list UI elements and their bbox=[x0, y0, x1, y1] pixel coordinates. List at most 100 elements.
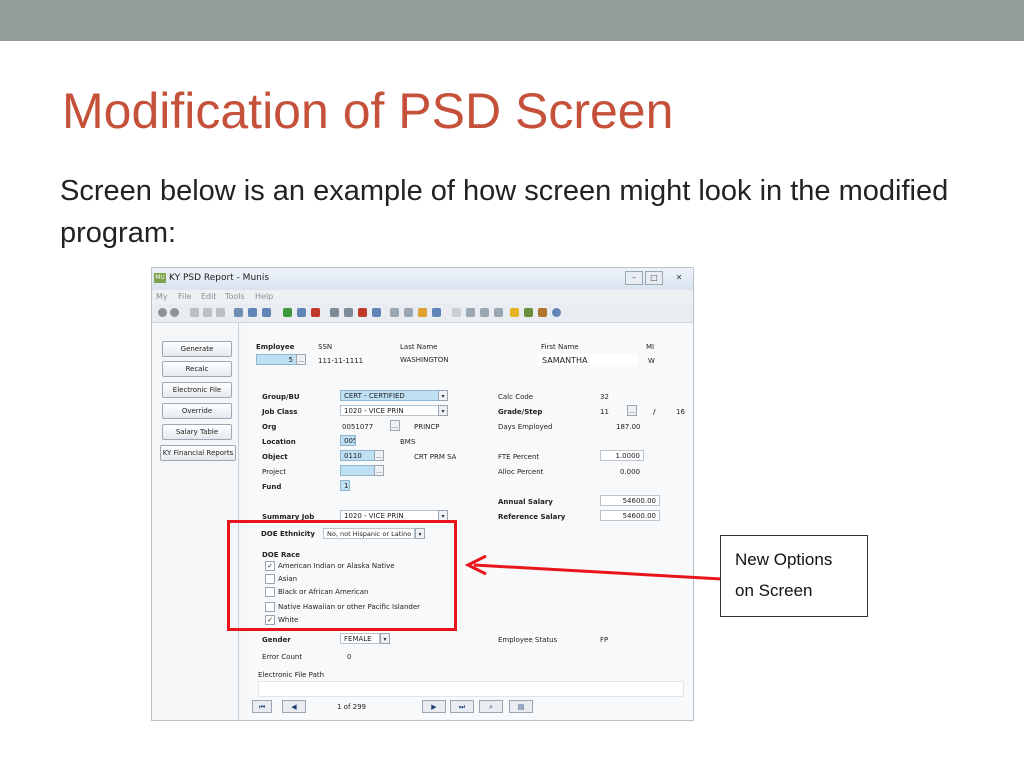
pdf-icon[interactable] bbox=[358, 308, 367, 317]
new-options-highlight bbox=[227, 520, 457, 631]
callout-box: New Options on Screen bbox=[720, 535, 868, 617]
window-titlebar: MU KY PSD Report - Munis – □ ✕ bbox=[152, 268, 693, 290]
update-icon[interactable] bbox=[297, 308, 306, 317]
fund-label: Fund bbox=[262, 483, 282, 491]
recalc-button[interactable]: Recalc bbox=[162, 361, 232, 377]
next-record-icon[interactable]: ▶ bbox=[422, 700, 446, 713]
grade-lookup-button[interactable]: … bbox=[627, 405, 637, 416]
book-icon[interactable] bbox=[538, 308, 547, 317]
fund-field[interactable]: 1 bbox=[340, 480, 350, 491]
menu-tools[interactable]: Tools bbox=[225, 292, 245, 301]
minimize-icon[interactable]: – bbox=[625, 271, 643, 285]
employee-label: Employee bbox=[256, 343, 295, 351]
grade-step-label: Grade/Step bbox=[498, 408, 543, 416]
list-icon[interactable] bbox=[262, 308, 271, 317]
chart-icon[interactable] bbox=[480, 308, 489, 317]
callout-line-2: on Screen bbox=[735, 581, 813, 600]
print-icon[interactable] bbox=[330, 308, 339, 317]
menu-file[interactable]: File bbox=[178, 292, 191, 301]
employee-status-label: Employee Status bbox=[498, 636, 558, 644]
help-icon[interactable] bbox=[552, 308, 561, 317]
error-count-value: 0 bbox=[347, 653, 352, 661]
group-bu-field[interactable]: CERT - CERTIFIED bbox=[340, 390, 448, 401]
menu-help[interactable]: Help bbox=[255, 292, 273, 301]
ssn-value: 111-11-1111 bbox=[318, 357, 364, 365]
job-class-dropdown[interactable]: ▾ bbox=[438, 405, 448, 416]
generate-button[interactable]: Generate bbox=[162, 341, 232, 357]
back-icon[interactable] bbox=[158, 308, 167, 317]
location-label: Location bbox=[262, 438, 296, 446]
star-icon[interactable] bbox=[510, 308, 519, 317]
add-icon[interactable] bbox=[283, 308, 292, 317]
org-lookup-button[interactable]: … bbox=[390, 420, 400, 431]
project-label: Project bbox=[262, 468, 286, 476]
preview-icon[interactable] bbox=[344, 308, 353, 317]
window-title: KY PSD Report - Munis bbox=[169, 273, 270, 283]
gender-field[interactable]: FEMALE bbox=[340, 633, 380, 644]
callout-line-1: New Options bbox=[735, 550, 833, 569]
paste-icon[interactable] bbox=[216, 308, 225, 317]
forward-icon[interactable] bbox=[170, 308, 179, 317]
override-button[interactable]: Override bbox=[162, 403, 232, 419]
slide-title: Modification of PSD Screen bbox=[62, 83, 674, 139]
previous-record-icon[interactable]: ◀ bbox=[282, 700, 306, 713]
munis-window: MU KY PSD Report - Munis – □ ✕ My File E… bbox=[151, 267, 694, 721]
menu-edit[interactable]: Edit bbox=[201, 292, 217, 301]
org-label: Org bbox=[262, 423, 277, 431]
days-employed-value: 187.00 bbox=[616, 423, 641, 431]
electronic-file-button[interactable]: Electronic File bbox=[162, 382, 232, 398]
project-lookup-button[interactable]: … bbox=[374, 465, 384, 476]
menu-bar: My File Edit Tools Help bbox=[152, 290, 693, 304]
step-value: 16 bbox=[676, 408, 685, 416]
search-icon[interactable] bbox=[234, 308, 243, 317]
lightbulb-icon[interactable] bbox=[524, 308, 533, 317]
electronic-file-path-field[interactable] bbox=[258, 681, 684, 697]
left-action-panel: Generate Recalc Electronic File Override… bbox=[152, 323, 239, 720]
job-class-field[interactable]: 1020 - VICE PRIN bbox=[340, 405, 448, 416]
calc-code-label: Calc Code bbox=[498, 393, 534, 401]
folder-icon[interactable] bbox=[418, 308, 427, 317]
first-record-icon[interactable]: ⏮ bbox=[252, 700, 272, 713]
link-icon[interactable] bbox=[452, 308, 461, 317]
menu-my[interactable]: My bbox=[156, 292, 168, 301]
browse-icon[interactable] bbox=[248, 308, 257, 317]
last-record-icon[interactable]: ⏭ bbox=[450, 700, 474, 713]
copy-icon[interactable] bbox=[203, 308, 212, 317]
job-class-label: Job Class bbox=[262, 408, 298, 416]
delete-icon[interactable] bbox=[311, 308, 320, 317]
toolbar bbox=[152, 304, 693, 323]
close-icon[interactable]: ✕ bbox=[670, 271, 688, 285]
record-page-indicator: 1 of 299 bbox=[337, 703, 367, 711]
search-records-icon[interactable]: ⌕ bbox=[479, 700, 503, 713]
ky-financial-reports-button[interactable]: KY Financial Reports bbox=[160, 445, 236, 461]
fte-percent-field[interactable]: 1.0000 bbox=[600, 450, 644, 461]
notes-icon[interactable] bbox=[404, 308, 413, 317]
mi-label: MI bbox=[646, 343, 655, 351]
cut-icon[interactable] bbox=[190, 308, 199, 317]
org-value: 0051077 bbox=[342, 423, 374, 431]
reference-salary-label: Reference Salary bbox=[498, 513, 566, 521]
gender-dropdown[interactable]: ▾ bbox=[380, 633, 390, 644]
browse-records-icon[interactable]: ▤ bbox=[509, 700, 533, 713]
group-bu-dropdown[interactable]: ▾ bbox=[438, 390, 448, 401]
gender-label: Gender bbox=[262, 636, 291, 644]
first-name-field[interactable]: SAMANTHA bbox=[538, 354, 638, 365]
slide-body-text: Screen below is an example of how screen… bbox=[60, 175, 949, 249]
export-icon[interactable] bbox=[372, 308, 381, 317]
reference-salary-field[interactable]: 54600.00 bbox=[600, 510, 660, 521]
fte-percent-label: FTE Percent bbox=[498, 453, 540, 461]
top-band bbox=[0, 0, 1024, 41]
annual-salary-field[interactable]: 54600.00 bbox=[600, 495, 660, 506]
days-employed-label: Days Employed bbox=[498, 423, 553, 431]
maximize-icon[interactable]: □ bbox=[645, 271, 663, 285]
mail-icon[interactable] bbox=[466, 308, 475, 317]
object-lookup-button[interactable]: … bbox=[374, 450, 384, 461]
calendar-icon[interactable] bbox=[432, 308, 441, 317]
tasks-icon[interactable] bbox=[494, 308, 503, 317]
location-field[interactable]: 005 bbox=[340, 435, 356, 446]
mi-value: W bbox=[648, 357, 655, 365]
attach-icon[interactable] bbox=[390, 308, 399, 317]
employee-lookup-button[interactable]: … bbox=[296, 354, 306, 365]
alloc-percent-value: 0.000 bbox=[620, 468, 641, 476]
salary-table-button[interactable]: Salary Table bbox=[162, 424, 232, 440]
